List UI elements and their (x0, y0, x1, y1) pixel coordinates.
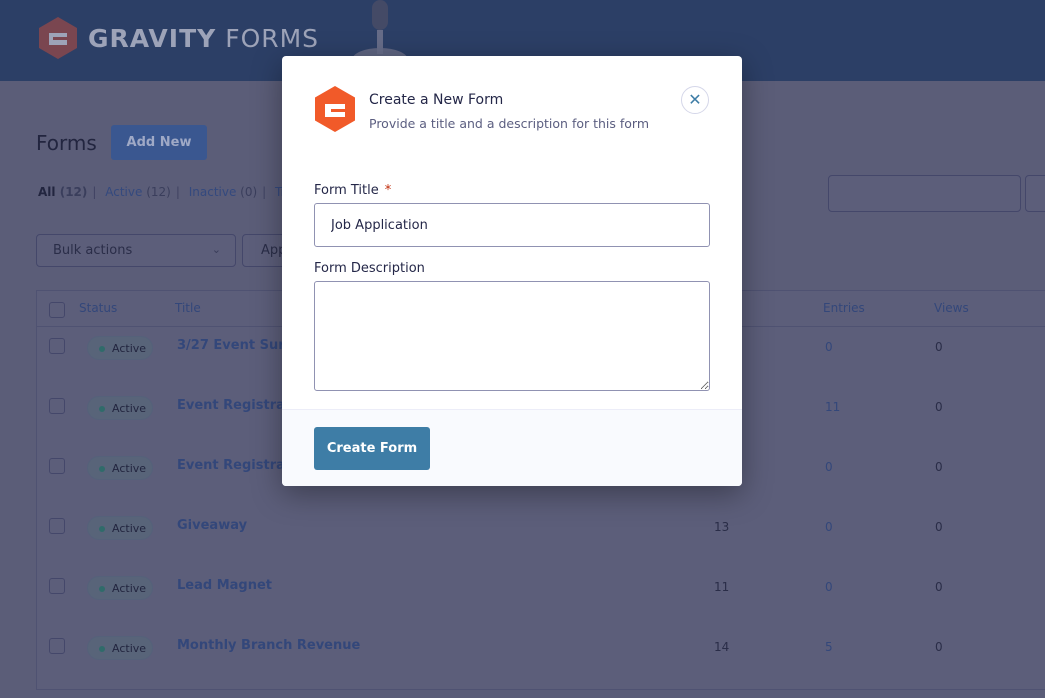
gravity-logo-icon (39, 17, 77, 59)
create-form-dialog: Create a New Form Provide a title and a … (282, 56, 742, 486)
entries-count[interactable]: 5 (825, 640, 833, 654)
gravity-forms-logo: GRAVITY FORMS (36, 16, 319, 60)
status-dot-icon (99, 466, 105, 472)
form-description-label: Form Description (314, 261, 425, 276)
search-button[interactable] (1025, 175, 1045, 212)
row-checkbox[interactable] (49, 338, 65, 354)
filter-inactive[interactable]: Inactive (0) (189, 185, 257, 199)
table-row: Active Monthly Branch Revenue 14 5 0 (37, 636, 1045, 698)
close-button[interactable]: ✕ (681, 86, 709, 114)
status-badge: Active (87, 336, 153, 360)
table-row: Active Giveaway 13 0 0 (37, 516, 1045, 578)
brand-bold: GRAVITY (88, 23, 217, 53)
status-dot-icon (99, 526, 105, 532)
status-badge: Active (87, 516, 153, 540)
select-all-checkbox[interactable] (49, 302, 65, 318)
table-row: Active Lead Magnet 11 0 0 (37, 576, 1045, 638)
col-title[interactable]: Title (175, 301, 201, 315)
page-title: Forms (36, 131, 97, 155)
dialog-title: Create a New Form (369, 92, 504, 108)
gravity-logo-icon (315, 86, 355, 132)
row-checkbox[interactable] (49, 638, 65, 654)
status-filters: All (12)| Active (12)| Inactive (0)| Tra… (38, 185, 307, 199)
row-checkbox[interactable] (49, 578, 65, 594)
views-count: 0 (935, 640, 943, 654)
form-id: 11 (714, 580, 730, 594)
views-count: 0 (935, 460, 943, 474)
form-title-label: Form Title * (314, 183, 392, 198)
bulk-actions-select[interactable]: Bulk actions ⌄ (36, 234, 236, 267)
status-badge: Active (87, 636, 153, 660)
status-dot-icon (99, 646, 105, 652)
entries-count[interactable]: 0 (825, 580, 833, 594)
form-id: 14 (714, 640, 730, 654)
filter-active[interactable]: Active (12) (105, 185, 171, 199)
status-dot-icon (99, 586, 105, 592)
entries-count[interactable]: 0 (825, 460, 833, 474)
row-checkbox[interactable] (49, 518, 65, 534)
views-count: 0 (935, 400, 943, 414)
col-entries[interactable]: Entries (823, 301, 865, 315)
row-checkbox[interactable] (49, 458, 65, 474)
views-count: 0 (935, 580, 943, 594)
dialog-footer: Create Form (282, 409, 742, 486)
entries-count[interactable]: 11 (825, 400, 840, 414)
status-dot-icon (99, 406, 105, 412)
form-title-input[interactable] (314, 203, 710, 247)
status-badge: Active (87, 396, 153, 420)
chevron-down-icon: ⌄ (211, 243, 221, 256)
form-id: 13 (714, 520, 730, 534)
form-description-textarea[interactable] (314, 281, 710, 391)
views-count: 0 (935, 520, 943, 534)
add-new-button[interactable]: Add New (111, 125, 207, 160)
col-views[interactable]: Views (934, 301, 969, 315)
status-badge: Active (87, 456, 153, 480)
form-title-link[interactable]: Giveaway (177, 518, 247, 533)
search-input[interactable] (828, 175, 1021, 212)
filter-all[interactable]: All (12) (38, 185, 87, 199)
form-title-link[interactable]: Lead Magnet (177, 578, 272, 593)
status-dot-icon (99, 346, 105, 352)
form-title-link[interactable]: Monthly Branch Revenue (177, 638, 360, 653)
status-badge: Active (87, 576, 153, 600)
create-form-button[interactable]: Create Form (314, 427, 430, 470)
dialog-subtitle: Provide a title and a description for th… (369, 116, 650, 131)
brand-light: FORMS (225, 23, 320, 53)
entries-count[interactable]: 0 (825, 340, 833, 354)
entries-count[interactable]: 0 (825, 520, 833, 534)
col-status[interactable]: Status (79, 301, 117, 315)
views-count: 0 (935, 340, 943, 354)
required-mark: * (384, 183, 392, 198)
close-icon: ✕ (688, 90, 702, 109)
row-checkbox[interactable] (49, 398, 65, 414)
